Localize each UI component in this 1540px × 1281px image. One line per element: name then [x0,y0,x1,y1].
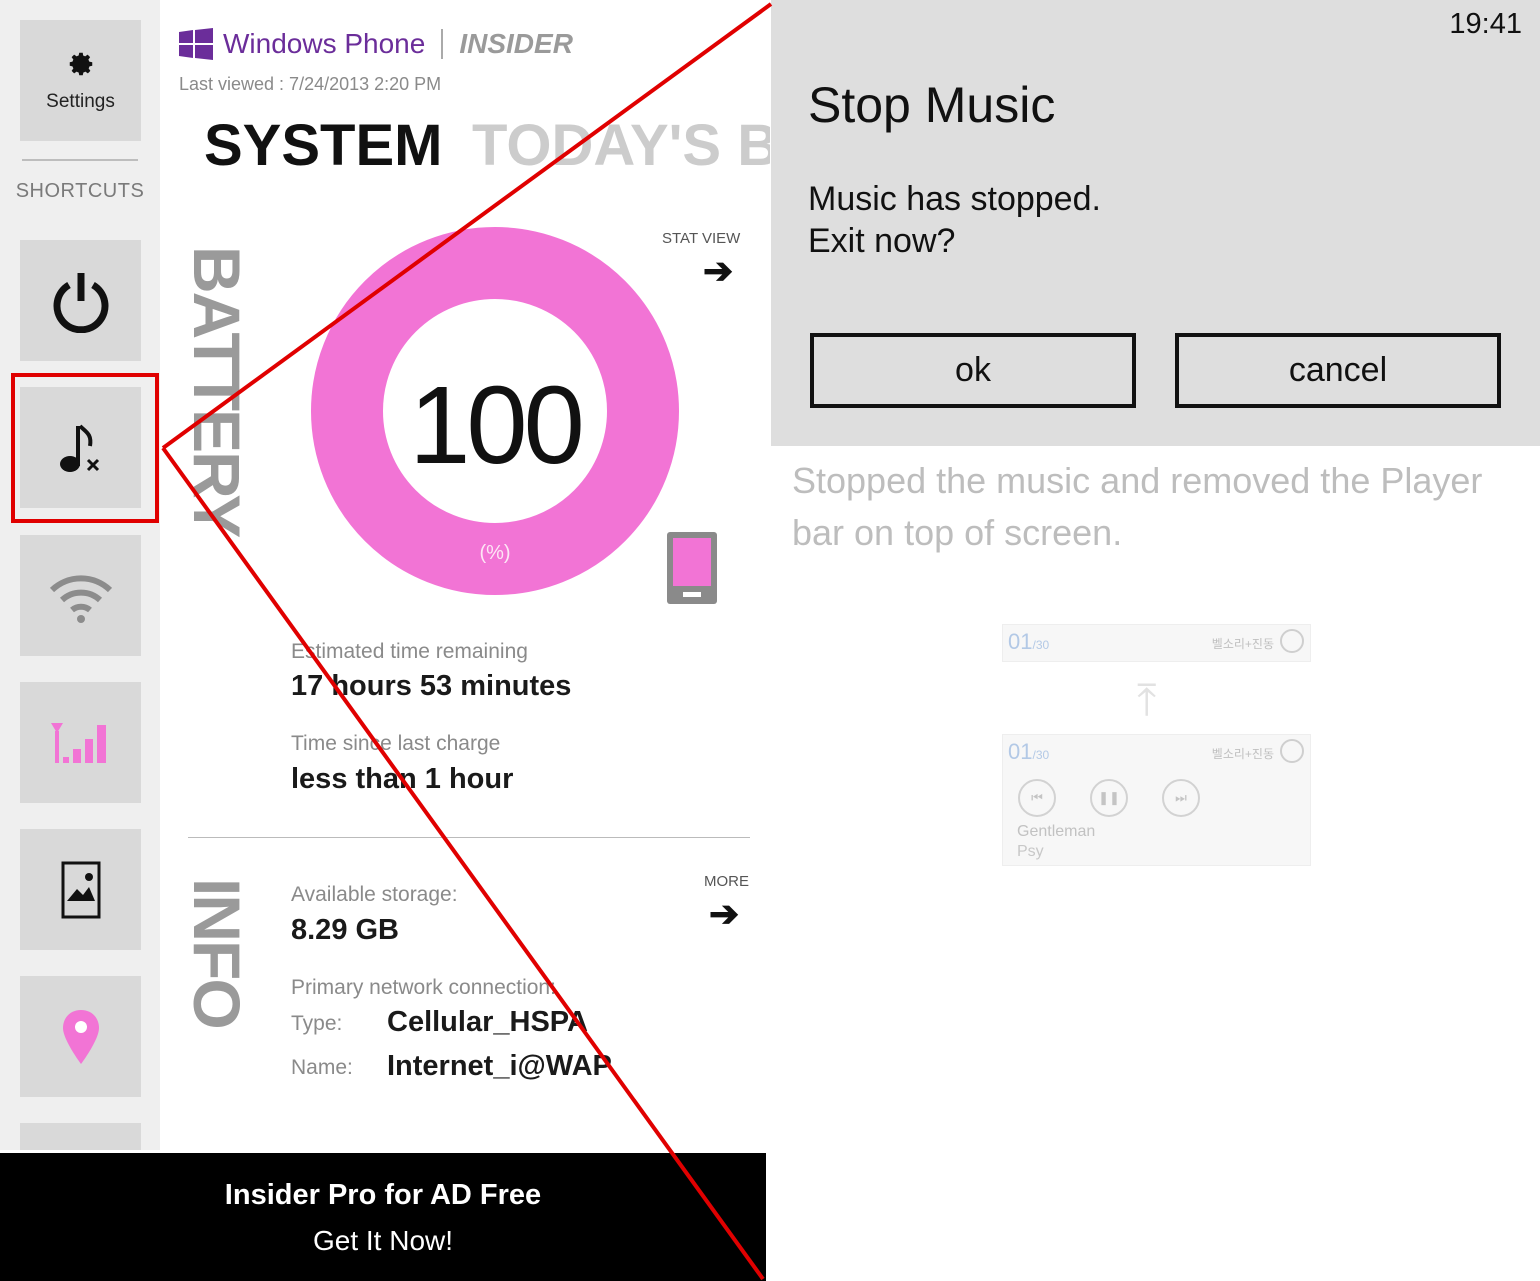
battery-percent: 100 [409,364,585,487]
section-divider [188,837,750,838]
bell-icon [1280,629,1304,653]
tab-system[interactable]: SYSTEM [204,112,443,179]
wifi-icon [49,574,112,623]
next-shortcut-tile[interactable] [20,1123,141,1150]
phone-battery-icon [667,532,717,604]
brand-product: INSIDER [459,28,573,59]
brand-header: Windows Phone INSIDER [179,28,573,60]
picture-shortcut-tile[interactable] [20,829,141,950]
location-pin-icon [62,1009,99,1064]
shortcuts-sidebar: Settings SHORTCUTS [0,0,160,1150]
info-section-label: INFO [180,878,254,1028]
windows-logo-icon [179,28,213,60]
brand-separator [441,29,444,59]
settings-tile[interactable]: Settings [20,20,141,141]
next-track-icon: ⏭ [1162,779,1200,817]
track-number: 01/30 [1008,739,1050,764]
power-shortcut-tile[interactable] [20,240,141,361]
track-number: 01/30 [1008,629,1050,654]
gear-icon [69,52,92,75]
stop-music-dialog: 19:41 Stop Music Music has stopped. Exit… [771,0,1540,446]
network-type-value: Cellular_HSPA [387,1006,588,1038]
ad-banner[interactable]: Insider Pro for AD Free Get It Now! [0,1153,766,1281]
ringtone-mode: 벨소리+진동 [1211,747,1274,761]
ad-headline: Insider Pro for AD Free [224,1179,542,1211]
since-charge-label: Time since last charge [291,732,501,755]
network-type-label: Type: [291,1012,343,1035]
cancel-button[interactable]: cancel [1175,333,1501,408]
up-arrow-icon: ⤒ [1137,676,1157,725]
wifi-shortcut-tile[interactable] [20,535,141,656]
stat-view-link[interactable]: STAT VIEW [662,230,740,247]
artist-name: Psy [1017,843,1044,860]
cellular-shortcut-tile[interactable] [20,682,141,803]
ok-button[interactable]: ok [810,333,1136,408]
network-name-value: Internet_i@WAP [387,1050,612,1082]
description-line1: Stopped the music and removed the Player [792,460,1483,501]
dialog-message-line1: Music has stopped. [808,180,1101,218]
time-remaining-label: Estimated time remaining [291,640,528,663]
dialog-message-line2: Exit now? [808,222,956,260]
player-bar: 01/30 벨소리+진동 ⏮ ❚❚ ⏭ Gentleman Psy [1002,734,1311,866]
last-viewed-text: Last viewed : 7/24/2013 2:20 PM [179,74,442,94]
tab-todays[interactable]: TODAY'S B [472,112,770,179]
settings-label: Settings [46,90,115,112]
pause-icon: ❚❚ [1090,779,1128,817]
network-name-label: Name: [291,1056,353,1079]
description-line2: bar on top of screen. [792,512,1123,553]
storage-value: 8.29 GB [291,914,399,946]
network-label: Primary network connection: [291,976,556,999]
sidebar-divider [22,159,138,161]
picture-icon [61,861,100,918]
ringtone-mode: 벨소리+진동 [1211,637,1274,651]
song-title: Gentleman [1017,823,1096,840]
battery-percent-unit: (%) [479,542,511,564]
power-icon [53,272,108,333]
previous-track-icon: ⏮ [1018,779,1056,817]
more-arrow-icon[interactable]: ➔ [709,893,739,935]
battery-section-label: BATTERY [180,246,254,537]
storage-label: Available storage: [291,883,458,906]
cellular-signal-icon [50,722,106,763]
brand-name: Windows Phone [223,28,426,59]
bell-icon [1280,739,1304,763]
stat-view-arrow-icon[interactable]: ➔ [703,250,733,292]
zoom-panel: 19:41 Stop Music Music has stopped. Exit… [771,0,1540,1281]
insider-app-panel: Windows Phone INSIDER Last viewed : 7/24… [160,0,770,1150]
player-bar-removed: 01/30 벨소리+진동 [1002,624,1311,662]
since-charge-value: less than 1 hour [291,763,514,795]
status-clock: 19:41 [1449,8,1522,40]
location-shortcut-tile[interactable] [20,976,141,1097]
shortcuts-heading: SHORTCUTS [15,180,145,202]
music-shortcut-highlight [11,373,159,523]
ad-cta: Get It Now! [312,1225,454,1256]
dialog-title: Stop Music [808,77,1056,133]
time-remaining-value: 17 hours 53 minutes [291,670,572,702]
more-link[interactable]: MORE [704,873,749,890]
